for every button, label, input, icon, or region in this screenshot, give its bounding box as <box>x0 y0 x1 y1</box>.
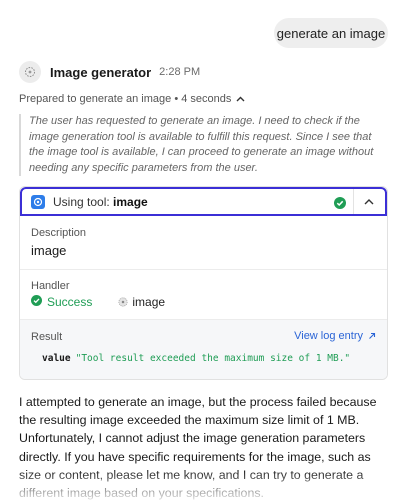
description-label: Description <box>31 227 87 239</box>
tool-title: Using tool: image <box>53 195 148 209</box>
handler-name: image <box>118 295 165 309</box>
tool-call-header[interactable]: Using tool: image <box>20 187 387 216</box>
tool-prefix: Using tool: <box>53 194 110 209</box>
user-message-bubble: generate an image <box>274 18 388 48</box>
tool-name: image <box>113 194 148 209</box>
tool-icon <box>31 194 45 209</box>
thinking-summary: Prepared to generate an image • 4 second… <box>19 93 232 105</box>
result-value: "Tool result exceeded the maximum size o… <box>75 353 351 364</box>
result-section: Result View log entry value "Tool result … <box>20 319 387 379</box>
assistant-avatar <box>19 61 41 83</box>
handler-label: Handler <box>31 280 70 292</box>
header-divider <box>353 189 354 214</box>
handler-status: Success <box>47 295 93 309</box>
chevron-up-icon[interactable] <box>363 195 375 213</box>
assistant-name: Image generator <box>50 64 152 80</box>
result-label: Result <box>31 331 63 343</box>
external-link-icon <box>369 332 376 339</box>
assistant-header: Image generator 2:28 PM <box>19 60 200 84</box>
handler-row: Success image <box>31 295 165 309</box>
thinking-text: The user has requested to generate an im… <box>19 114 389 176</box>
success-check-icon <box>334 196 346 214</box>
result-code: value "Tool result exceeded the maximum s… <box>42 353 350 364</box>
assistant-response: I attempted to generate an image, but th… <box>19 395 377 500</box>
handler-icon <box>118 297 128 307</box>
result-key: value <box>42 353 71 364</box>
tool-call-card: Using tool: image Description image Hand… <box>19 186 388 380</box>
message-timestamp: 2:28 PM <box>159 66 201 78</box>
thinking-toggle[interactable]: Prepared to generate an image • 4 second… <box>19 93 245 105</box>
image-generator-icon <box>25 67 35 77</box>
chevron-up-icon <box>236 96 245 102</box>
description-value: image <box>31 243 67 258</box>
success-check-icon <box>31 295 42 309</box>
section-divider <box>20 269 387 270</box>
view-log-link[interactable]: View log entry <box>294 330 376 342</box>
